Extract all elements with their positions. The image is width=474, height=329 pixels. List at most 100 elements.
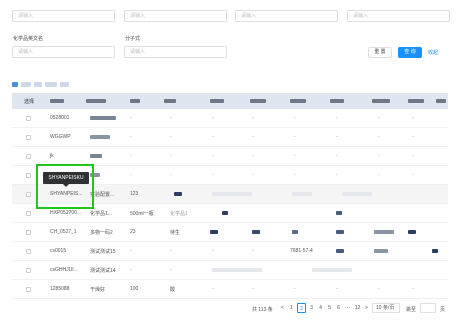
table-row[interactable]: CH_0527_1 多物一码2 23 待生 [12,223,448,242]
page-ellipsis[interactable]: ··· [343,303,352,313]
filter-input-1[interactable]: 请输入 [12,10,115,22]
row-checkbox[interactable] [26,287,31,292]
cell-blurred [342,192,372,196]
cell-code: 1285088 [50,286,70,292]
row-checkbox[interactable] [26,268,31,273]
filter-input-4[interactable]: 请输入 [347,10,450,22]
cell-dash: - [212,134,214,140]
toolbar-chip[interactable] [45,82,57,87]
row-checkbox[interactable] [26,249,31,254]
row-checkbox[interactable] [26,135,31,140]
cell-blurred [174,192,182,196]
cell-dash: - [294,286,296,292]
cell-dash: - [378,172,380,178]
cell-dash: - [294,153,296,159]
cell-dash: - [336,172,338,178]
cell-dash: - [294,115,296,121]
cell-type: - [170,153,172,159]
page-6[interactable]: 6 [334,303,343,313]
cell-spec: - [130,267,132,273]
cell-dash: - [252,248,254,254]
page-size-select[interactable]: 10 条/页 [372,303,400,313]
page-2[interactable]: 2 [297,303,306,313]
table-row[interactable]: csGHHJUI... 测试测试14 - - [12,261,448,280]
cell-dash: - [378,153,380,159]
cell-spec: 100 [130,286,139,292]
prev-page-button[interactable]: < [278,303,287,313]
cell-spec: - [130,115,132,121]
cell-type: - [170,115,172,121]
header-select: 选择 [24,99,35,105]
row-checkbox[interactable] [26,173,31,178]
cell-spec: 123 [130,191,139,197]
next-page-button[interactable]: > [362,303,371,313]
header-col [86,99,106,103]
cell-dash: - [412,153,414,159]
cell-blurred [408,230,416,234]
cell-type: - [170,134,172,140]
toolbar-chip[interactable] [12,82,18,87]
cell-code: WGGWP [50,134,71,140]
header-col [50,99,64,103]
page-12[interactable]: 12 [353,303,362,313]
cell-cas: 7681-57-4 [290,248,313,254]
cell-dash: - [252,115,254,121]
cell-name: 多物一码2 [90,230,113,236]
cell-blurred [292,230,298,234]
row-checkbox[interactable] [26,154,31,159]
cell-blurred [374,249,388,253]
toolbar-chip[interactable] [60,82,69,87]
cell-blurred [222,211,228,215]
cell-spec: - [130,153,132,159]
jump-input[interactable] [420,303,436,313]
header-col [436,99,446,103]
cell-dash: - [336,134,338,140]
filter-input-2[interactable]: 请输入 [124,10,227,22]
cell-blurred [90,135,110,139]
table-row[interactable]: cs0015 测试测试15 - - - - 7681-57-4 [12,242,448,261]
row-checkbox[interactable] [26,211,31,216]
table-row[interactable]: 0528001 - - - - - - - - [12,109,448,128]
cell-dash: - [378,115,380,121]
table-row[interactable]: 1285088 干燥好 100 酸 - - - - - - [12,280,448,299]
pagination-total: 共 113 条 [252,307,273,313]
cell-dash: - [252,286,254,292]
search-button[interactable]: 查 询 [398,47,422,58]
filter-input-3[interactable]: 请输入 [235,10,338,22]
cell-type: 酸 [170,287,176,293]
page-3[interactable]: 3 [307,303,316,313]
page-4[interactable]: 4 [316,303,325,313]
collapse-link[interactable]: 收起 [428,49,438,56]
cell-blurred [252,230,260,234]
row-checkbox[interactable] [26,192,31,197]
cell-dash: - [212,172,214,178]
page-5[interactable]: 5 [325,303,334,313]
cell-blurred [336,249,344,253]
cell-dash: - [336,286,338,292]
cell-dash: - [412,286,414,292]
label-formula: 分子式 [125,36,141,42]
row-checkbox[interactable] [26,230,31,235]
cell-blurred [336,230,344,234]
cell-dash: - [212,248,214,254]
reset-button[interactable]: 重 置 [368,47,392,58]
cell-dash: - [336,153,338,159]
header-col [130,99,140,103]
formula-input[interactable]: 请输入 [124,46,227,58]
row-checkbox[interactable] [26,116,31,121]
highlight-box [36,164,94,209]
header-col [372,99,390,103]
cell-dash: - [378,286,380,292]
table-row[interactable]: WGGWP - - - - - - - - [12,128,448,147]
chem-en-name-input[interactable]: 请输入 [12,46,115,58]
page-1[interactable]: 1 [287,303,296,313]
cell-dash: - [212,153,214,159]
toolbar-chip[interactable] [34,82,42,87]
cell-blurred [336,211,342,215]
cell-type: - [170,267,172,273]
cell-type: - [170,172,172,178]
cell-blurred [212,192,252,196]
cell-dash: - [294,172,296,178]
cell-code: CH_0527_1 [50,229,77,235]
toolbar-chip[interactable] [21,82,31,87]
